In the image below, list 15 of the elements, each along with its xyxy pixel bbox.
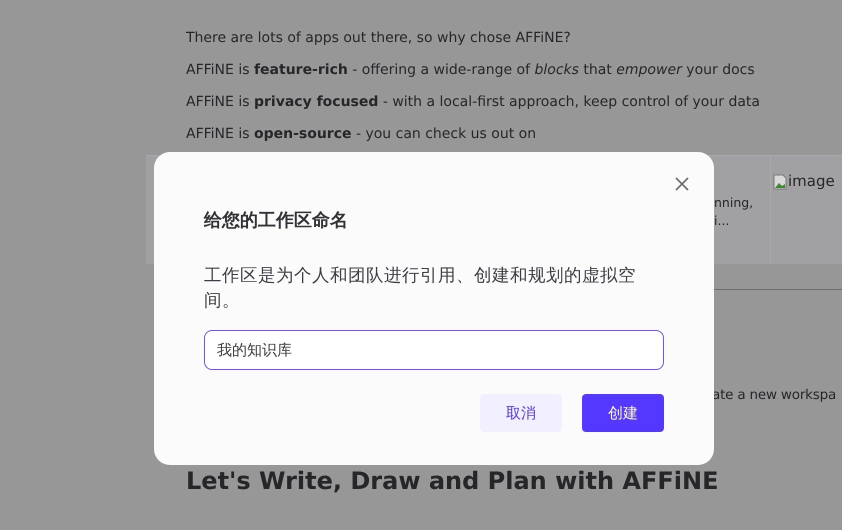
paragraph: AFFiNE is feature-rich - offering a wide-range of blocks that empower your docs [186, 61, 756, 80]
broken-image-icon [773, 174, 787, 190]
card-text: i... [714, 212, 730, 230]
create-button[interactable]: 创建 [582, 394, 664, 432]
image-alt-text: image [788, 172, 835, 190]
heading: Let's Write, Draw and Plan with AFFiNE [186, 466, 720, 496]
card-text: nning, [714, 194, 754, 212]
dialog-description: 工作区是为个人和团队进行引用、创建和规划的虚拟空间。 [204, 265, 637, 313]
paragraph: AFFiNE is open-source - you can check us out on [186, 125, 538, 144]
paragraph: There are lots of apps out there, so why chose AFFiNE? [186, 29, 572, 48]
cancel-button[interactable]: 取消 [480, 394, 562, 432]
close-icon[interactable] [675, 177, 689, 191]
dialog-title: 给您的工作区命名 [204, 209, 349, 233]
paragraph: AFFiNE is privacy focused - with a local-first approach, keep control of your data [186, 93, 761, 112]
input-field[interactable]: 我的知识库 [204, 330, 664, 370]
